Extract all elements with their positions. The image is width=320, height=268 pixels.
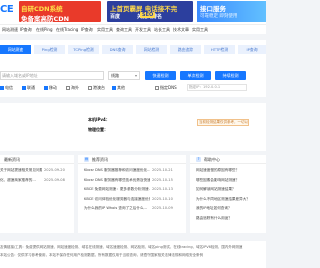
site-header: CE 自研CDN系统 免备案高防CDN 上首页霸屏 电话接不完 百度关键词排名 … xyxy=(0,0,266,24)
line-select[interactable]: 线路 ▾ xyxy=(108,71,140,80)
cdn-ad-line1: 自研CDN系统 xyxy=(21,5,63,13)
list-item[interactable]: Kbcsr DNS 服务器有哪些技术优势及快速访问...2025-10-15 xyxy=(78,177,186,187)
line-select-value: 线路 xyxy=(111,73,119,78)
panel-header: ▤ 推荐资讯 xyxy=(78,155,186,164)
tab-website-speed[interactable]: 网站测速 xyxy=(0,45,31,54)
tab-tcping[interactable]: TCPing检测 xyxy=(68,45,99,54)
client-info: 本机IPv4： 物理位置： 当前检测结果仅供参考，一切以实际为准 xyxy=(0,103,266,151)
list-item[interactable]: 关于网站提速相关常见问题 2025-09-20 xyxy=(0,167,74,177)
site-logo[interactable]: CE xyxy=(0,4,14,15)
tab-traceroute[interactable]: 路由追踪 xyxy=(170,45,201,54)
news-list: 关于网站提速相关常见问题 2025-09-20 化、超速商家推荐的... 2025-… xyxy=(0,167,74,186)
nav-item[interactable]: IP查询 xyxy=(81,27,93,33)
api-ad-line2: 可靠稳定 即刻使用 xyxy=(200,14,238,19)
domain-input[interactable] xyxy=(0,71,104,80)
seo-ad-banner[interactable]: 上首页霸屏 电话接不完 百度关键词排名 SEO xyxy=(107,1,193,22)
api-ad-line1: 接口服务 xyxy=(200,5,226,13)
option-mobile[interactable]: 移动 xyxy=(44,85,57,91)
nav-item[interactable]: 在线Ping xyxy=(36,27,53,33)
custom-ip-input[interactable]: 指定IP：192.0.0.1 xyxy=(187,84,247,91)
panel-title: 最新资讯 xyxy=(4,157,20,162)
panel-title: 推荐资讯 xyxy=(92,157,108,162)
list-item[interactable]: 为什么不同地区测速结果差异大？ xyxy=(190,196,266,206)
help-list: 网站速度慢的原因有哪些？ 哪些因素会影响网站测速？ 如何解读网站测速结果？ 为什… xyxy=(190,167,266,224)
nav-item[interactable]: 在线Tracing xyxy=(56,27,78,33)
nav-item[interactable]: 实用工具 xyxy=(97,27,113,33)
seo-badge: SEO xyxy=(140,12,156,18)
checkbox[interactable] xyxy=(44,86,48,90)
location-row: 物理位置： xyxy=(88,127,108,132)
option-hk-mo-tw[interactable]: 港澳台 xyxy=(88,85,105,91)
list-item[interactable]: 我的IP地址如何查询？ xyxy=(190,205,266,215)
checkbox[interactable] xyxy=(0,86,4,90)
nav-item[interactable]: IP查询 xyxy=(20,27,32,33)
help-center-panel: ? 帮助中心 网站速度慢的原因有哪些？ 哪些因素会影响网站测速？ 如何解读网站测… xyxy=(190,155,266,233)
option-overseas[interactable]: 海外 xyxy=(66,85,79,91)
nav-item[interactable]: 查询工具 xyxy=(116,27,132,33)
api-ad-banner[interactable]: 接口服务 可靠稳定 即刻使用 xyxy=(197,1,266,22)
cdn-ad-line2: 免备案高防CDN xyxy=(21,15,70,22)
checkbox[interactable] xyxy=(112,86,116,90)
panel-title: 帮助中心 xyxy=(204,157,220,162)
tab-ping[interactable]: Ping检测 xyxy=(34,45,65,54)
checkbox[interactable] xyxy=(155,86,159,90)
continuous-test-button[interactable]: 持续检测 xyxy=(215,71,246,80)
list-item[interactable]: 网站速度慢的原因有哪些？ xyxy=(190,167,266,177)
panel-header: ? 帮助中心 xyxy=(190,155,266,164)
site-footer: 友情链接/工具：免费提供网站测速、网站速度检测、域名在线测速、域名速度检测、网站… xyxy=(0,241,266,268)
list-item[interactable]: 如何解读网站测速结果？ xyxy=(190,186,266,196)
nav-item[interactable]: 开发工具 xyxy=(135,27,151,33)
news-list: Kbcsr DNS 服务器推荐和访问速度优化... 2025-10-21 Kbcs… xyxy=(78,167,186,215)
tab-http[interactable]: HTTP检测 xyxy=(204,45,235,54)
nav-item[interactable]: 网站测速 xyxy=(2,27,18,33)
nav-item[interactable]: 实用工具 xyxy=(192,27,208,33)
footer-links[interactable]: 友情链接/工具：免费提供网站测速、网站速度检测、域名在线测速、域名速度检测、网站… xyxy=(0,245,266,250)
list-item[interactable]: KBCE 访问体验优化服务器与连接速度优化... 2025-10-10 xyxy=(78,196,186,206)
help-icon: ? xyxy=(196,157,201,162)
quick-test-button[interactable]: 快速检测 xyxy=(145,71,176,80)
news-icon: ▤ xyxy=(84,157,89,162)
option-custom-dns[interactable]: 指定DNS xyxy=(155,85,177,91)
speedtest-tool: 网站测速 Ping检测 TCPing检测 DNS查询 网站检测 路由追踪 HTT… xyxy=(0,40,266,97)
checkbox[interactable] xyxy=(66,86,70,90)
list-item[interactable]: 为什么我的IP Whois 查询了之后什么... 2025-10-09 xyxy=(78,205,186,215)
footer-notice: 本站公告：仅供学习参考使用，本站不保存任何用户检测数据，所有数据仅用于当前查询，… xyxy=(0,253,203,257)
chevron-down-icon: ▾ xyxy=(134,73,137,78)
list-item[interactable]: 化、超速商家推荐的... 2025-09-08 xyxy=(0,177,74,187)
list-item[interactable]: 路由追踪有什么用途？ xyxy=(190,215,266,225)
list-item[interactable]: 哪些因素会影响网站测速？ xyxy=(190,177,266,187)
recommended-news-panel: ▤ 推荐资讯 Kbcsr DNS 服务器推荐和访问速度优化... 2025-10-… xyxy=(78,155,186,233)
list-item[interactable]: Kbcsr DNS 服务器推荐和访问速度优化... 2025-10-21 xyxy=(78,167,186,177)
tab-dns[interactable]: DNS查询 xyxy=(102,45,133,54)
tab-ip[interactable]: IP查询 xyxy=(238,45,266,54)
option-unicom[interactable]: 联通 xyxy=(22,85,35,91)
tab-site-check[interactable]: 网站检测 xyxy=(136,45,167,54)
cdn-ad-banner[interactable]: 自研CDN系统 免备案高防CDN xyxy=(19,1,101,22)
single-test-button[interactable]: 单次检测 xyxy=(180,71,211,80)
main-nav: 网站测速 IP查询 在线Ping 在线Tracing IP查询 实用工具 查询工… xyxy=(0,24,266,34)
checkbox[interactable] xyxy=(88,86,92,90)
notice-box: 当前检测结果仅供参考，一切以实际为准 xyxy=(197,119,249,126)
ipv4-row: 本机IPv4： xyxy=(88,117,110,122)
nav-item[interactable]: 站长工具 xyxy=(154,27,170,33)
nav-item[interactable]: 技术文章 xyxy=(173,27,189,33)
latest-news-panel: 最新资讯 关于网站提速相关常见问题 2025-09-20 化、超速商家推荐的...… xyxy=(0,155,74,233)
panel-header: 最新资讯 xyxy=(0,155,74,164)
checkbox[interactable] xyxy=(22,86,26,90)
list-item[interactable]: KBCE 免费网站测速：更多参数分析测速... 2025-10-13 xyxy=(78,186,186,196)
tool-tabs: 网站测速 Ping检测 TCPing检测 DNS查询 网站检测 路由追踪 HTT… xyxy=(0,45,266,55)
option-other[interactable]: 其他 xyxy=(112,85,125,91)
option-telecom[interactable]: 电信 xyxy=(0,85,13,91)
